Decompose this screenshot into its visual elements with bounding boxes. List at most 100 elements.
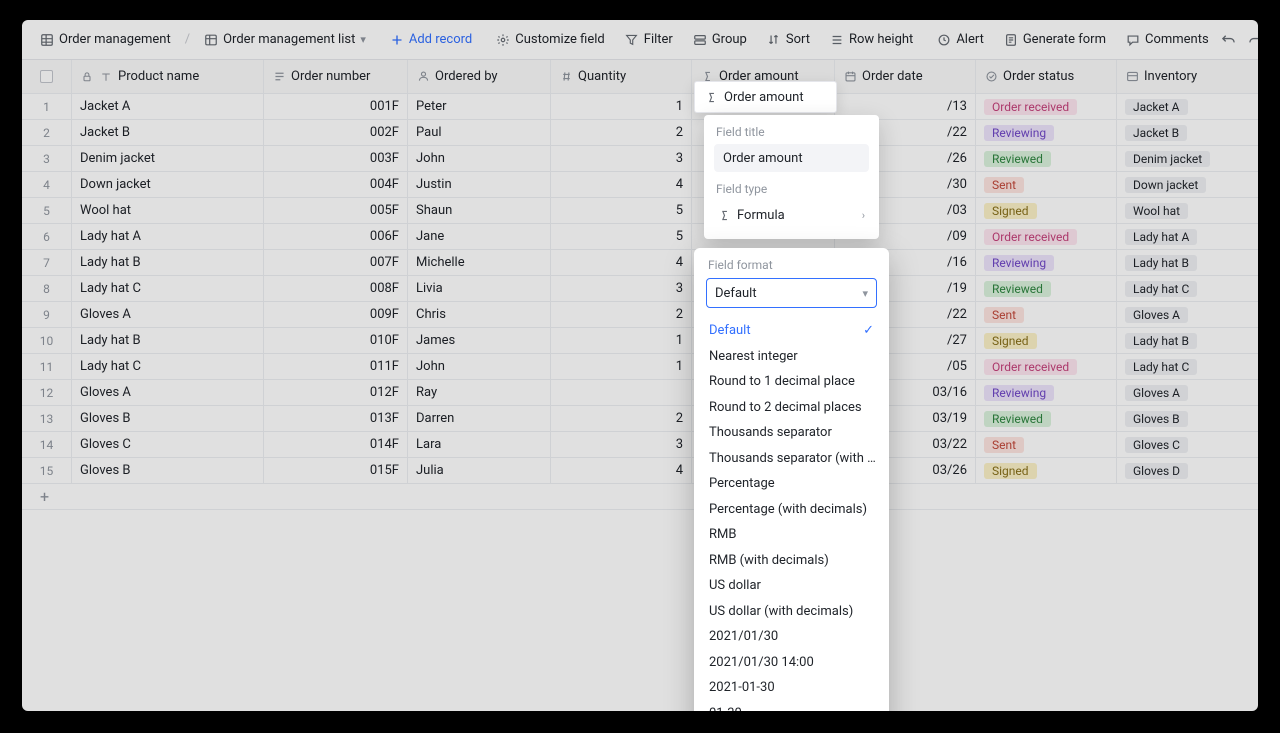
cell-ordered-by[interactable]: John: [408, 354, 551, 379]
table-row[interactable]: 13Gloves B013FDarren203/19ReviewedGloves…: [22, 406, 1258, 432]
cell-ordered-by[interactable]: Jane: [408, 224, 551, 249]
table-row[interactable]: 4Down jacket004FJustin4/30SentDown jacke…: [22, 172, 1258, 198]
cell-order-status[interactable]: Order received: [976, 354, 1117, 379]
cell-quantity[interactable]: 2: [551, 120, 692, 145]
col-order-date[interactable]: Order date: [835, 60, 976, 93]
cell-quantity[interactable]: 1: [551, 328, 692, 353]
table-row[interactable]: 15Gloves B015FJulia403/26SignedGloves D: [22, 458, 1258, 484]
cell-order-status[interactable]: Reviewed: [976, 276, 1117, 301]
cell-product[interactable]: Lady hat C: [72, 354, 264, 379]
cell-order-number[interactable]: 011F: [264, 354, 408, 379]
cell-quantity[interactable]: 3: [551, 146, 692, 171]
cell-ordered-by[interactable]: John: [408, 146, 551, 171]
redo-icon[interactable]: [1248, 32, 1258, 47]
cell-order-status[interactable]: Order received: [976, 94, 1117, 119]
cell-product[interactable]: Lady hat C: [72, 276, 264, 301]
col-product-name[interactable]: Product name: [72, 60, 264, 93]
format-option[interactable]: 01-30: [706, 701, 877, 712]
cell-order-status[interactable]: Sent: [976, 172, 1117, 197]
format-option[interactable]: RMB: [706, 522, 877, 548]
cell-ordered-by[interactable]: Chris: [408, 302, 551, 327]
cell-product[interactable]: Jacket A: [72, 94, 264, 119]
format-option[interactable]: US dollar (with decimals): [706, 599, 877, 625]
cell-ordered-by[interactable]: Livia: [408, 276, 551, 301]
cell-inventory[interactable]: Jacket B: [1117, 120, 1258, 145]
cell-product[interactable]: Lady hat B: [72, 250, 264, 275]
cell-order-status[interactable]: Reviewing: [976, 120, 1117, 145]
cell-quantity[interactable]: 1: [551, 354, 692, 379]
cell-order-number[interactable]: 004F: [264, 172, 408, 197]
field-format-select[interactable]: Default ▾: [706, 278, 877, 308]
row-height-button[interactable]: Row height: [822, 28, 921, 51]
cell-quantity[interactable]: 2: [551, 302, 692, 327]
format-option[interactable]: 2021/01/30: [706, 624, 877, 650]
field-title-input[interactable]: Order amount: [714, 144, 869, 172]
table-row[interactable]: 14Gloves C014FLara303/22SentGloves C: [22, 432, 1258, 458]
undo-icon[interactable]: [1221, 32, 1236, 47]
cell-ordered-by[interactable]: Julia: [408, 458, 551, 483]
table-row[interactable]: 6Lady hat A006FJane5/09Order receivedLad…: [22, 224, 1258, 250]
group-button[interactable]: Group: [685, 28, 755, 51]
cell-ordered-by[interactable]: Paul: [408, 120, 551, 145]
cell-product[interactable]: Wool hat: [72, 198, 264, 223]
customize-field-button[interactable]: Customize field: [488, 28, 613, 51]
col-inventory[interactable]: Inventory: [1117, 60, 1258, 93]
field-type-selector[interactable]: Formula ›: [714, 201, 869, 229]
select-all-cell[interactable]: [22, 60, 72, 93]
table-row[interactable]: 8Lady hat C008FLivia3/19ReviewedLady hat…: [22, 276, 1258, 302]
cell-quantity[interactable]: 2: [551, 406, 692, 431]
cell-product[interactable]: Down jacket: [72, 172, 264, 197]
cell-quantity[interactable]: [551, 380, 692, 405]
cell-order-number[interactable]: 012F: [264, 380, 408, 405]
cell-ordered-by[interactable]: Shaun: [408, 198, 551, 223]
alert-button[interactable]: Alert: [929, 28, 992, 51]
cell-order-status[interactable]: Sent: [976, 302, 1117, 327]
cell-product[interactable]: Jacket B: [72, 120, 264, 145]
cell-order-status[interactable]: Signed: [976, 328, 1117, 353]
cell-inventory[interactable]: Gloves A: [1117, 302, 1258, 327]
cell-product[interactable]: Gloves B: [72, 406, 264, 431]
cell-quantity[interactable]: 5: [551, 224, 692, 249]
cell-order-number[interactable]: 008F: [264, 276, 408, 301]
cell-order-status[interactable]: Reviewing: [976, 380, 1117, 405]
cell-inventory[interactable]: Lady hat C: [1117, 354, 1258, 379]
cell-quantity[interactable]: 4: [551, 172, 692, 197]
app-title[interactable]: Order management: [32, 28, 179, 51]
cell-inventory[interactable]: Lady hat B: [1117, 250, 1258, 275]
col-order-status[interactable]: Order status: [976, 60, 1117, 93]
cell-order-status[interactable]: Reviewing: [976, 250, 1117, 275]
cell-product[interactable]: Lady hat B: [72, 328, 264, 353]
cell-inventory[interactable]: Gloves C: [1117, 432, 1258, 457]
cell-inventory[interactable]: Wool hat: [1117, 198, 1258, 223]
cell-ordered-by[interactable]: Michelle: [408, 250, 551, 275]
format-option[interactable]: Percentage: [706, 471, 877, 497]
table-row[interactable]: 7Lady hat B007FMichelle4/16ReviewingLady…: [22, 250, 1258, 276]
cell-order-number[interactable]: 001F: [264, 94, 408, 119]
add-record-button[interactable]: Add record: [382, 28, 480, 51]
cell-order-status[interactable]: Order received: [976, 224, 1117, 249]
table-row[interactable]: 2Jacket B002FPaul2/22ReviewingJacket B: [22, 120, 1258, 146]
cell-ordered-by[interactable]: Lara: [408, 432, 551, 457]
table-row[interactable]: 11Lady hat C011FJohn1/05Order receivedLa…: [22, 354, 1258, 380]
cell-order-number[interactable]: 015F: [264, 458, 408, 483]
cell-product[interactable]: Gloves A: [72, 380, 264, 405]
cell-ordered-by[interactable]: Darren: [408, 406, 551, 431]
cell-ordered-by[interactable]: Ray: [408, 380, 551, 405]
format-option[interactable]: Thousands separator: [706, 420, 877, 446]
cell-inventory[interactable]: Gloves A: [1117, 380, 1258, 405]
cell-inventory[interactable]: Gloves B: [1117, 406, 1258, 431]
cell-ordered-by[interactable]: Peter: [408, 94, 551, 119]
cell-product[interactable]: Gloves B: [72, 458, 264, 483]
cell-order-status[interactable]: Sent: [976, 432, 1117, 457]
checkbox-icon[interactable]: [40, 70, 53, 83]
cell-order-number[interactable]: 013F: [264, 406, 408, 431]
cell-order-number[interactable]: 003F: [264, 146, 408, 171]
col-quantity[interactable]: Quantity: [551, 60, 692, 93]
format-option[interactable]: Nearest integer: [706, 344, 877, 370]
table-row[interactable]: 3Denim jacket003FJohn3/26ReviewedDenim j…: [22, 146, 1258, 172]
cell-quantity[interactable]: 4: [551, 250, 692, 275]
cell-order-number[interactable]: 014F: [264, 432, 408, 457]
format-option[interactable]: Thousands separator (with …: [706, 446, 877, 472]
cell-quantity[interactable]: 3: [551, 276, 692, 301]
cell-product[interactable]: Gloves C: [72, 432, 264, 457]
